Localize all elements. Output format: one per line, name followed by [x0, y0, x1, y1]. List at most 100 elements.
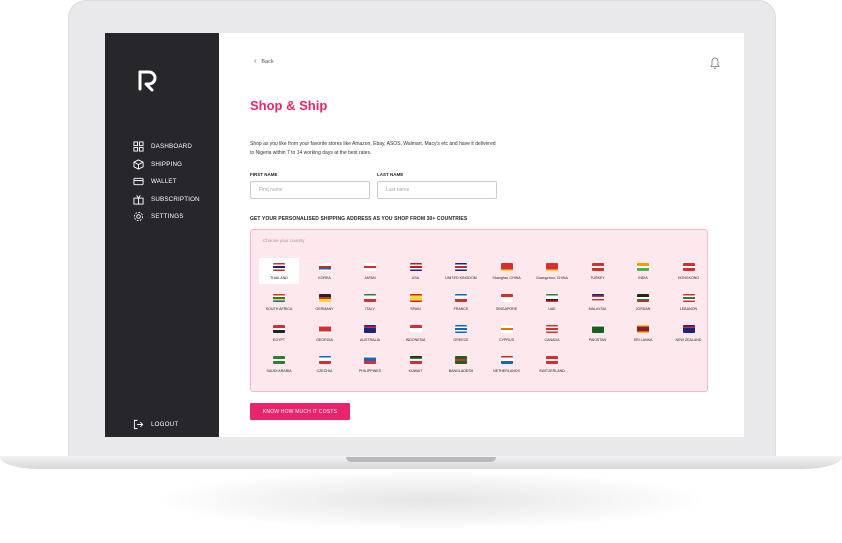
country-option[interactable]: NETHERLANDS: [487, 351, 527, 377]
country-option[interactable]: GREECE: [441, 320, 481, 346]
country-name: SOUTH AFRICA: [265, 307, 293, 311]
country-option[interactable]: UNITED KINGDOM: [441, 258, 481, 284]
country-option[interactable]: LEBANON: [669, 289, 709, 315]
laptop-notch: [346, 457, 496, 462]
country-name: Shanghai, CHINA: [492, 276, 521, 280]
flag-icon: [409, 356, 422, 364]
know-cost-button[interactable]: KNOW HOW MUCH IT COSTS: [250, 403, 350, 420]
flag-icon: [273, 356, 285, 364]
first-name-input[interactable]: [250, 181, 370, 199]
country-option[interactable]: THAILAND: [259, 258, 299, 284]
country-option[interactable]: BANGLADESH: [441, 351, 481, 377]
country-option[interactable]: USA: [396, 258, 436, 284]
back-link[interactable]: ‹ Back: [254, 58, 274, 65]
country-option[interactable]: CANADA: [532, 320, 572, 346]
sidebar: DASHBOARD SHIPPING WALLET SUBSCRIPTION S…: [105, 33, 219, 437]
sidebar-item-shipping[interactable]: SHIPPING: [133, 156, 200, 174]
country-option[interactable]: SINGAPORE: [487, 289, 527, 315]
flag-icon: [500, 294, 513, 302]
country-option[interactable]: SWITZERLAND: [532, 351, 572, 377]
country-option[interactable]: CZECHIA: [305, 351, 345, 377]
country-option[interactable]: GEORGIA: [305, 320, 345, 346]
country-name: NETHERLANDS: [493, 369, 520, 373]
bell-icon[interactable]: [710, 57, 720, 69]
sidebar-nav: DASHBOARD SHIPPING WALLET SUBSCRIPTION S…: [133, 138, 200, 226]
country-option[interactable]: ITALY: [350, 289, 390, 315]
last-name-input[interactable]: [377, 181, 497, 199]
country-name: SWITZERLAND: [539, 369, 565, 373]
choose-country-label: Choose your country: [263, 238, 305, 243]
flag-icon: [591, 263, 604, 271]
flag-icon: [318, 294, 331, 302]
country-option[interactable]: SAUDI ARABIA: [259, 351, 299, 377]
country-name: UAE: [548, 307, 556, 311]
flag-icon: [409, 325, 422, 333]
flag-icon: [318, 325, 331, 333]
flag-icon: [273, 294, 285, 302]
country-name: PAKISTAN: [588, 338, 607, 342]
country-name: JAPAN: [364, 276, 376, 280]
sidebar-item-subscription[interactable]: SUBSCRIPTION: [133, 191, 200, 209]
country-option[interactable]: Shanghai, CHINA: [487, 258, 527, 284]
flag-icon: [682, 294, 695, 302]
country-option[interactable]: AUSTRALIA: [350, 320, 390, 346]
main-content: ‹ Back Shop & Ship Shop as you like from…: [219, 33, 744, 437]
country-name: BANGLADESH: [448, 369, 474, 373]
country-option[interactable]: SOUTH AFRICA: [259, 289, 299, 315]
country-name: Guangzhou, CHINA: [536, 276, 568, 280]
country-option[interactable]: SRI LANKA: [623, 320, 663, 346]
country-name: USA: [411, 276, 420, 280]
flag-icon: [546, 263, 558, 271]
sidebar-item-dashboard[interactable]: DASHBOARD: [133, 138, 200, 156]
back-label: Back: [261, 58, 274, 65]
last-name-label: LAST NAME: [377, 172, 404, 177]
flag-icon: [409, 294, 422, 302]
flag-icon: [455, 356, 467, 364]
country-option[interactable]: JAPAN: [350, 258, 390, 284]
country-name: GEORGIA: [316, 338, 333, 342]
country-option[interactable]: GERMANY: [305, 289, 345, 315]
sidebar-item-wallet[interactable]: WALLET: [133, 173, 200, 191]
country-option[interactable]: PAKISTAN: [578, 320, 618, 346]
logout-button[interactable]: LOGOUT: [133, 419, 178, 430]
sidebar-item-label: SHIPPING: [151, 160, 183, 168]
flag-icon: [546, 325, 558, 333]
country-option[interactable]: EGYPT: [259, 320, 299, 346]
country-name: INDIA: [638, 276, 648, 280]
flag-icon: [637, 263, 649, 271]
country-option[interactable]: KUWAIT: [396, 351, 436, 377]
country-option[interactable]: INDONESIA: [396, 320, 436, 346]
country-option[interactable]: SPAIN: [396, 289, 436, 315]
country-name: PHILIPPINES: [358, 369, 382, 373]
country-name: JORDAN: [635, 307, 651, 311]
country-option[interactable]: KOREA: [305, 258, 345, 284]
country-name: TURKEY: [590, 276, 605, 280]
country-option[interactable]: INDIA: [623, 258, 663, 284]
country-name: ITALY: [365, 307, 375, 311]
country-option[interactable]: Guangzhou, CHINA: [532, 258, 572, 284]
laptop-shadow: [150, 470, 710, 530]
flag-icon: [273, 263, 285, 271]
sidebar-item-label: WALLET: [151, 178, 177, 186]
country-option[interactable]: NEW ZEALAND: [669, 320, 709, 346]
flag-icon: [500, 325, 513, 333]
country-name: CANADA: [544, 338, 560, 342]
flag-icon: [318, 356, 331, 364]
country-option[interactable]: CYPRUS: [487, 320, 527, 346]
country-option[interactable]: JORDAN: [623, 289, 663, 315]
country-name: SAUDI ARABIA: [266, 369, 292, 373]
country-name: NEW ZEALAND: [675, 338, 702, 342]
flag-icon: [273, 325, 285, 333]
country-option[interactable]: MALAYSIA: [578, 289, 618, 315]
country-option[interactable]: FRANCE: [441, 289, 481, 315]
country-option[interactable]: PHILIPPINES: [350, 351, 390, 377]
page-description: Shop as you like from your favorite stor…: [250, 141, 496, 156]
flag-icon: [318, 263, 331, 271]
flag-icon: [364, 263, 376, 271]
country-option[interactable]: HONGKONG: [669, 258, 709, 284]
country-option[interactable]: TURKEY: [578, 258, 618, 284]
country-option[interactable]: UAE: [532, 289, 572, 315]
sidebar-item-settings[interactable]: SETTINGS: [133, 208, 200, 226]
logout-label: LOGOUT: [151, 421, 179, 428]
country-name: KUWAIT: [408, 369, 423, 373]
